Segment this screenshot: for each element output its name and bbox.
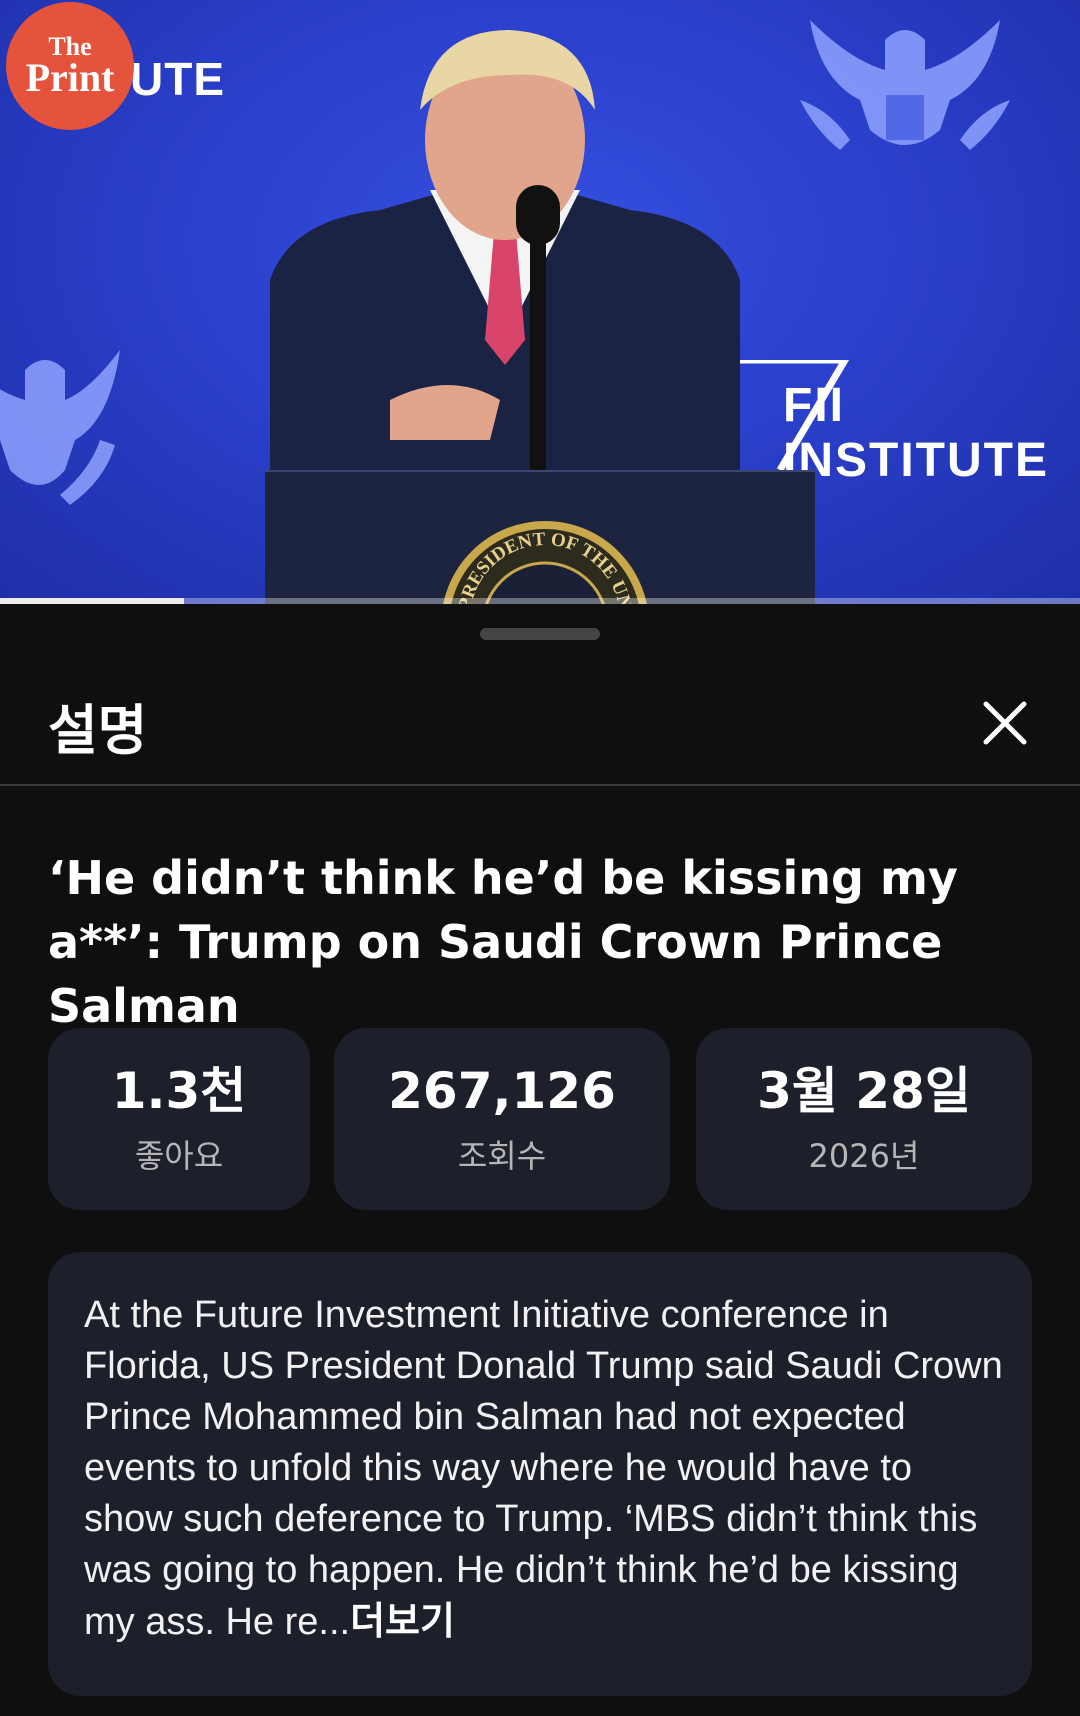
backdrop-text: UTE	[130, 53, 225, 105]
logo-line2: Print	[25, 55, 115, 100]
close-icon	[983, 701, 1027, 745]
video-player[interactable]: UTE FII INSTITUTE PRESIDENT OF THE UNITE…	[0, 0, 1080, 604]
sheet-header: 설명	[0, 656, 1080, 784]
video-title: ‘He didn’t think he’d be kissing my a**’…	[48, 851, 958, 1033]
likes-label: 좋아요	[134, 1137, 224, 1175]
likes-value: 1.3천	[111, 1062, 247, 1120]
sheet-drag-handle[interactable]	[480, 628, 600, 640]
eagle-emblem-icon	[0, 350, 120, 505]
microphone-stand	[530, 190, 546, 475]
channel-logo[interactable]: The Print	[6, 2, 134, 130]
speaker-figure	[270, 30, 740, 470]
presidential-seal-icon: PRESIDENT OF THE UNITED	[440, 520, 647, 604]
description-card[interactable]: At the Future Investment Initiative conf…	[48, 1252, 1032, 1696]
stats-row: 1.3천 좋아요 267,126 조회수 3월 28일 2026년	[48, 1028, 1032, 1210]
description-text: At the Future Investment Initiative conf…	[84, 1290, 1004, 1648]
fii-institute-text: FII INSTITUTE	[783, 379, 1049, 487]
date-label: 2026년	[808, 1137, 920, 1175]
header-divider	[0, 784, 1080, 786]
video-progress-fill	[0, 598, 184, 604]
description-body: At the Future Investment Initiative conf…	[84, 1294, 1003, 1643]
description-sheet: 설명 ‘He didn’t think he’d be kissing my a…	[0, 606, 1080, 1716]
views-stat: 267,126 조회수	[334, 1028, 670, 1210]
video-progress-bar[interactable]	[0, 598, 1080, 604]
eagle-emblem-icon	[800, 20, 1010, 150]
date-value: 3월 28일	[757, 1062, 971, 1120]
views-label: 조회수	[457, 1137, 547, 1175]
likes-stat: 1.3천 좋아요	[48, 1028, 310, 1210]
sheet-title: 설명	[48, 699, 148, 762]
show-more-link[interactable]: 더보기	[350, 1599, 455, 1643]
views-value: 267,126	[388, 1062, 616, 1120]
date-stat: 3월 28일 2026년	[696, 1028, 1032, 1210]
close-button[interactable]	[970, 688, 1040, 758]
